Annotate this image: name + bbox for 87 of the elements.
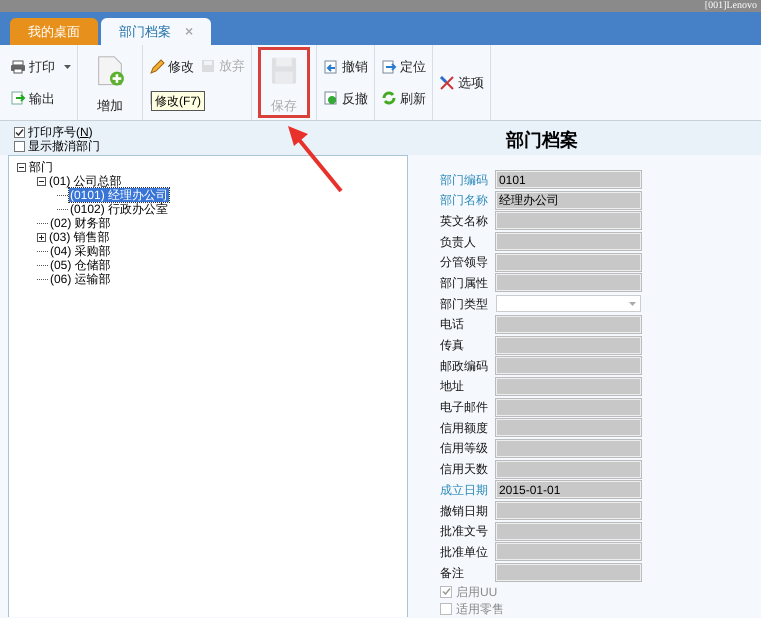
toolbar-button[interactable]: 定位 [381,56,426,78]
document-arrow-icon [381,58,397,75]
field-label: 信用等级 [440,440,489,458]
input-field[interactable]: 0101 [496,171,641,188]
input-field[interactable]: 2015-01-01 [496,481,641,498]
input-field[interactable] [496,502,641,519]
field-label: 信用额度 [440,420,489,437]
tree-item[interactable]: (04) 采购部 [49,244,112,258]
tree-item[interactable]: 部门 [28,160,54,174]
input-field[interactable] [496,440,641,457]
user-label: [001]Lenovo [704,0,758,12]
input-field[interactable] [496,460,641,478]
input-field[interactable] [496,419,641,436]
input-field[interactable] [496,564,641,582]
input-field[interactable]: 经理办公司 [496,192,641,209]
caret-icon[interactable] [64,64,71,69]
collapse-icon[interactable] [37,176,46,186]
checkbox-box[interactable] [14,126,25,138]
input-field[interactable] [496,378,641,395]
tree-item[interactable]: (05) 仓储部 [49,258,112,272]
field-label: 部门属性 [440,274,489,292]
input-field[interactable] [496,212,641,230]
field-label: 负责人 [440,234,477,251]
tree-connector [37,222,48,224]
toolbar-button[interactable]: 撤销 [323,56,368,78]
tree-connector [37,250,48,252]
checkbox-box[interactable] [14,140,25,152]
field-label: 传真 [440,337,465,354]
field-label: 分管领导 [440,254,489,272]
expand-icon[interactable] [37,232,46,242]
document-redo-icon [323,90,339,106]
toolbar-button[interactable]: 输出 [10,87,71,110]
tree-connector [37,278,48,280]
printer-icon [10,58,26,75]
tab[interactable]: 部门档案 × [101,18,212,45]
input-field[interactable] [496,254,641,271]
export-icon [10,90,26,106]
page-title: 部门档案 [506,130,578,150]
field-label: 电子邮件 [440,399,489,416]
tools-icon [439,74,455,90]
input-field[interactable] [496,522,641,540]
tree-item[interactable]: (0102) 行政办公室 [69,202,170,216]
tree-item[interactable]: (02) 财务部 [49,216,112,230]
input-field[interactable] [496,274,641,292]
checkbox: 启用UU [440,584,761,599]
field-label: 部门类型 [440,296,489,313]
checkbox[interactable]: 显示撤消部门 [14,139,400,153]
tree-connector [57,208,68,210]
arrow-annotation [286,124,344,194]
tree-item[interactable]: (03) 销售部 [48,230,111,244]
dropdown-field[interactable] [496,295,641,312]
field-label: 撤销日期 [440,502,489,520]
input-field[interactable] [496,233,641,250]
field-label: 英文名称 [440,212,489,230]
checkbox: 适用零售 [440,602,761,616]
toolbar-button[interactable]: 刷新 [381,87,426,110]
toolbar-button[interactable]: 选项 [439,72,484,94]
input-field[interactable] [496,336,641,354]
toolbar-button[interactable]: 增加 [84,47,136,118]
toolbar-button[interactable]: 反撤 [323,87,368,110]
document-undo-icon [323,58,339,75]
checkbox[interactable]: 打印序号(N) [14,125,400,139]
toolbar-button[interactable]: 修改 [149,56,194,78]
field-label: 备注 [440,564,465,582]
refresh-icon [381,90,397,106]
tooltip: 修改(F7) [151,91,205,111]
field-label: 信用天数 [440,461,489,478]
tree-item[interactable]: (01) 公司总部 [48,174,123,188]
input-field[interactable] [496,316,641,333]
field-label: 部门编码 [440,172,489,188]
caret-icon [629,302,636,306]
tree-item[interactable]: (06) 运输部 [49,272,112,286]
tree-item[interactable]: (0101) 经理办公司 [69,188,170,202]
field-label: 部门名称 [440,192,489,210]
tree-connector [37,264,48,266]
input-field[interactable] [496,398,641,416]
toolbar-button[interactable]: 打印 [10,56,71,78]
collapse-icon[interactable] [17,162,26,172]
pencil-icon [149,58,165,75]
field-label: 批准单位 [440,544,489,561]
field-label: 邮政编码 [440,358,489,375]
field-label: 成立日期 [440,482,489,499]
field-label: 地址 [440,378,465,396]
input-field[interactable] [496,357,641,374]
field-label: 电话 [440,316,465,334]
input-field[interactable] [496,543,641,560]
field-label: 批准文号 [440,523,489,540]
